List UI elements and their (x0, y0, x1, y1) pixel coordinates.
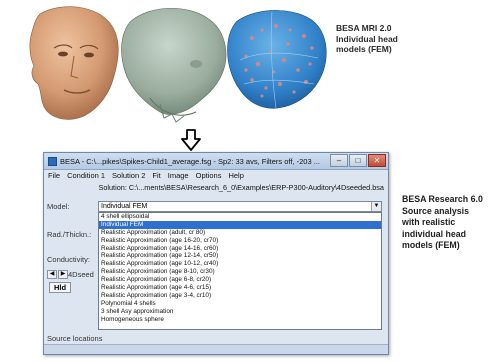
arrow-down-icon (179, 128, 203, 152)
window-titlebar[interactable]: BESA - C:\...pikes\Spikes-Child1_average… (44, 153, 388, 170)
close-button[interactable]: ✕ (368, 154, 386, 167)
menu-help[interactable]: Help (228, 170, 243, 182)
model-option[interactable]: Realistic Approximation (age 10-12, cr40… (99, 260, 381, 268)
model-option[interactable]: Realistic Approximation (age 16-20, cr70… (99, 237, 381, 245)
mri-caption-line1: BESA MRI 2.0 (336, 23, 392, 33)
window-title: BESA - C:\...pikes\Spikes-Child1_average… (60, 156, 320, 166)
tab-right-arrow-icon[interactable]: ▶ (58, 270, 68, 279)
research-caption-line2: Source analysis (402, 205, 469, 216)
head-model-images (0, 0, 330, 126)
model-option[interactable]: Realistic Approximation (age 12-14, cr50… (99, 252, 381, 260)
menu-solution-2[interactable]: Solution 2 (112, 170, 145, 182)
head-surface-icon (29, 6, 119, 120)
skull-surface-icon (121, 7, 227, 123)
research-caption: BESA Research 6.0 Source analysis with r… (402, 194, 498, 252)
research-caption-line4: individual head (402, 228, 467, 239)
menu-fit[interactable]: Fit (152, 170, 160, 182)
model-option[interactable]: Realistic Approximation (age 8-10, cr30) (99, 268, 381, 276)
research-caption-line5: models (FEM) (402, 240, 460, 251)
app-icon (48, 156, 57, 166)
fem-mesh-icon (227, 10, 327, 109)
tab-left-arrow-icon[interactable]: ◀ (47, 270, 57, 279)
besa-window: BESA - C:\...pikes\Spikes-Child1_average… (43, 152, 389, 355)
hld-button[interactable]: Hld (49, 282, 71, 293)
tab-4dseed[interactable]: 4Dseed (68, 270, 94, 279)
chevron-down-icon[interactable]: ▼ (371, 202, 381, 211)
model-option[interactable]: Realistic Approximation (age 14-16, cr60… (99, 245, 381, 253)
mri-caption: BESA MRI 2.0 Individual head models (FEM… (336, 23, 476, 55)
model-select-value: Individual FEM (101, 203, 148, 210)
model-option[interactable]: Realistic Approximation (adult, cr 80) (99, 229, 381, 237)
window-controls: – □ ✕ (330, 154, 386, 167)
model-option[interactable]: Polynomial 4 shells (99, 300, 381, 308)
maximize-button[interactable]: □ (349, 154, 367, 167)
window-bottom-strip (44, 344, 388, 354)
mri-caption-line2: Individual head (336, 33, 398, 44)
model-option[interactable]: Realistic Approximation (age 4-6, cr15) (99, 284, 381, 292)
menu-condition-1[interactable]: Condition 1 (67, 170, 105, 182)
conductivity-label: Conductivity: (47, 255, 90, 264)
research-caption-line3: with realistic (402, 217, 456, 228)
research-caption-line1: BESA Research 6.0 (402, 194, 483, 204)
rad-thickness-label: Rad./Thickn.: (47, 230, 92, 239)
model-option[interactable]: Realistic Approximation (age 3-4, cr10) (99, 292, 381, 300)
source-locations-label: Source locations (47, 334, 103, 343)
mri-caption-line3: models (FEM) (336, 44, 392, 54)
menu-bar: File Condition 1 Solution 2 Fit Image Op… (44, 170, 388, 182)
tab-scroll-buttons: ◀ ▶ (47, 270, 68, 279)
model-select[interactable]: Individual FEM ▼ (98, 201, 382, 212)
menu-file[interactable]: File (48, 170, 60, 182)
model-option[interactable]: 3 shell Asy approximation (99, 308, 381, 316)
model-option[interactable]: 4 shell ellipsoidal (99, 213, 381, 221)
menu-image[interactable]: Image (168, 170, 189, 182)
model-option[interactable]: Realistic Approximation (age 6-8, cr20) (99, 276, 381, 284)
solution-path: Solution: C:\...ments\BESA\Research_6_0\… (98, 183, 384, 192)
model-option-selected[interactable]: Individual FEM (99, 220, 381, 229)
minimize-button[interactable]: – (330, 154, 348, 167)
menu-options[interactable]: Options (196, 170, 222, 182)
model-dropdown-list: 4 shell ellipsoidal Individual FEM Reali… (98, 212, 382, 330)
model-option[interactable]: Homogeneous sphere (99, 316, 381, 324)
model-label: Model: (47, 202, 70, 211)
